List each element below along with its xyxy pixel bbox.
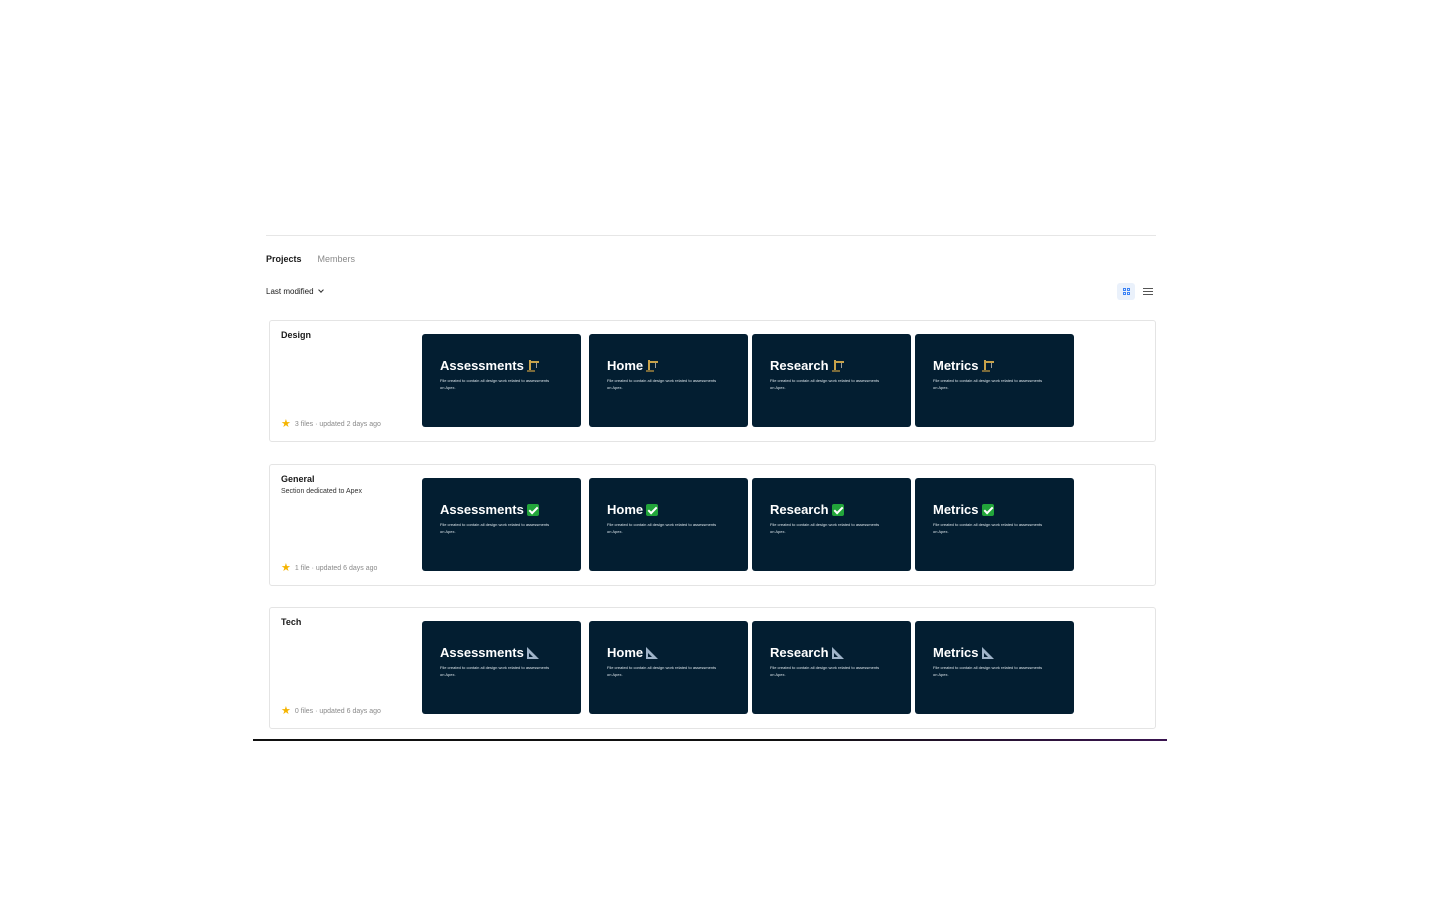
project-card[interactable]: Home File created to contain all design … (589, 334, 748, 427)
check-icon (526, 503, 539, 516)
crane-icon (646, 359, 659, 372)
crane-icon (526, 359, 539, 372)
grid-view-button[interactable] (1117, 283, 1135, 300)
triangle-ruler-icon (526, 646, 539, 659)
card-title: Metrics (933, 502, 994, 517)
check-icon (981, 503, 994, 516)
card-title-text: Research (770, 645, 829, 660)
card-title-text: Metrics (933, 358, 979, 373)
card-title: Assessments (440, 502, 539, 517)
card-description: File created to contain all design work … (933, 522, 1043, 534)
section-title: Tech (281, 617, 302, 627)
crane-icon (831, 359, 844, 372)
triangle-ruler-icon (981, 646, 994, 659)
section-design[interactable]: Design ★ 3 files · updated 2 days ago As… (269, 320, 1156, 442)
star-icon[interactable]: ★ (281, 563, 291, 574)
section-description: Section dedicated to Apex (281, 488, 362, 495)
card-description: File created to contain all design work … (933, 378, 1043, 390)
project-card[interactable]: Research File created to contain all des… (752, 334, 911, 427)
star-icon[interactable]: ★ (281, 706, 291, 717)
check-icon (831, 503, 844, 516)
card-description: File created to contain all design work … (607, 378, 717, 390)
card-description: File created to contain all design work … (770, 378, 880, 390)
sort-dropdown[interactable]: Last modified (266, 287, 324, 296)
section-meta: ★ 3 files · updated 2 days ago (281, 419, 381, 430)
section-title: General (281, 474, 315, 484)
card-title-text: Assessments (440, 358, 524, 373)
section-meta-text: 1 file · updated 6 days ago (294, 565, 378, 572)
header-divider (266, 235, 1156, 236)
card-description: File created to contain all design work … (440, 378, 550, 390)
card-description: File created to contain all design work … (440, 522, 550, 534)
project-card[interactable]: Assessments File created to contain all … (422, 621, 581, 714)
card-title-text: Home (607, 358, 644, 373)
grid-icon (1122, 288, 1130, 295)
crane-icon (981, 359, 994, 372)
card-description: File created to contain all design work … (770, 522, 880, 534)
card-title: Home (607, 502, 659, 517)
card-title-text: Research (770, 358, 829, 373)
card-description: File created to contain all design work … (607, 522, 717, 534)
card-title: Research (770, 502, 844, 517)
project-card[interactable]: Assessments File created to contain all … (422, 478, 581, 571)
triangle-ruler-icon (646, 646, 659, 659)
card-title-text: Home (607, 645, 644, 660)
project-card[interactable]: Metrics File created to contain all desi… (915, 478, 1074, 571)
card-title-text: Metrics (933, 502, 979, 517)
bottom-divider (253, 739, 1167, 741)
card-title-text: Assessments (440, 502, 524, 517)
card-title: Assessments (440, 358, 539, 373)
section-meta: ★ 0 files · updated 6 days ago (281, 706, 381, 717)
project-card[interactable]: Assessments File created to contain all … (422, 334, 581, 427)
card-title: Metrics (933, 358, 994, 373)
card-title: Assessments (440, 645, 539, 660)
triangle-ruler-icon (831, 646, 844, 659)
project-card[interactable]: Metrics File created to contain all desi… (915, 621, 1074, 714)
section-meta-text: 3 files · updated 2 days ago (294, 421, 381, 428)
tab-projects[interactable]: Projects (266, 254, 302, 264)
card-title: Metrics (933, 645, 994, 660)
section-tech[interactable]: Tech ★ 0 files · updated 6 days ago Asse… (269, 607, 1156, 729)
view-toggle (1117, 283, 1157, 300)
chevron-down-icon (317, 287, 324, 293)
project-card[interactable]: Home File created to contain all design … (589, 621, 748, 714)
star-icon[interactable]: ★ (281, 419, 291, 430)
project-card[interactable]: Metrics File created to contain all desi… (915, 334, 1074, 427)
card-description: File created to contain all design work … (440, 665, 550, 677)
sort-label: Last modified (266, 287, 314, 296)
project-card[interactable]: Research File created to contain all des… (752, 621, 911, 714)
card-description: File created to contain all design work … (770, 665, 880, 677)
tab-bar: Projects Members (266, 254, 355, 264)
card-title-text: Assessments (440, 645, 524, 660)
card-title-text: Research (770, 502, 829, 517)
card-title-text: Metrics (933, 645, 979, 660)
tab-members[interactable]: Members (318, 254, 356, 264)
card-description: File created to contain all design work … (607, 665, 717, 677)
section-title: Design (281, 330, 312, 340)
card-title: Research (770, 358, 844, 373)
section-meta-text: 0 files · updated 6 days ago (294, 708, 381, 715)
section-general[interactable]: General Section dedicated to Apex ★ 1 fi… (269, 464, 1156, 586)
project-card[interactable]: Home File created to contain all design … (589, 478, 748, 571)
card-title-text: Home (607, 502, 644, 517)
list-view-button[interactable] (1139, 283, 1157, 300)
list-icon (1143, 288, 1153, 295)
card-title: Home (607, 358, 659, 373)
card-title: Research (770, 645, 844, 660)
card-description: File created to contain all design work … (933, 665, 1043, 677)
card-title: Home (607, 645, 659, 660)
section-meta: ★ 1 file · updated 6 days ago (281, 563, 377, 574)
project-card[interactable]: Research File created to contain all des… (752, 478, 911, 571)
check-icon (646, 503, 659, 516)
